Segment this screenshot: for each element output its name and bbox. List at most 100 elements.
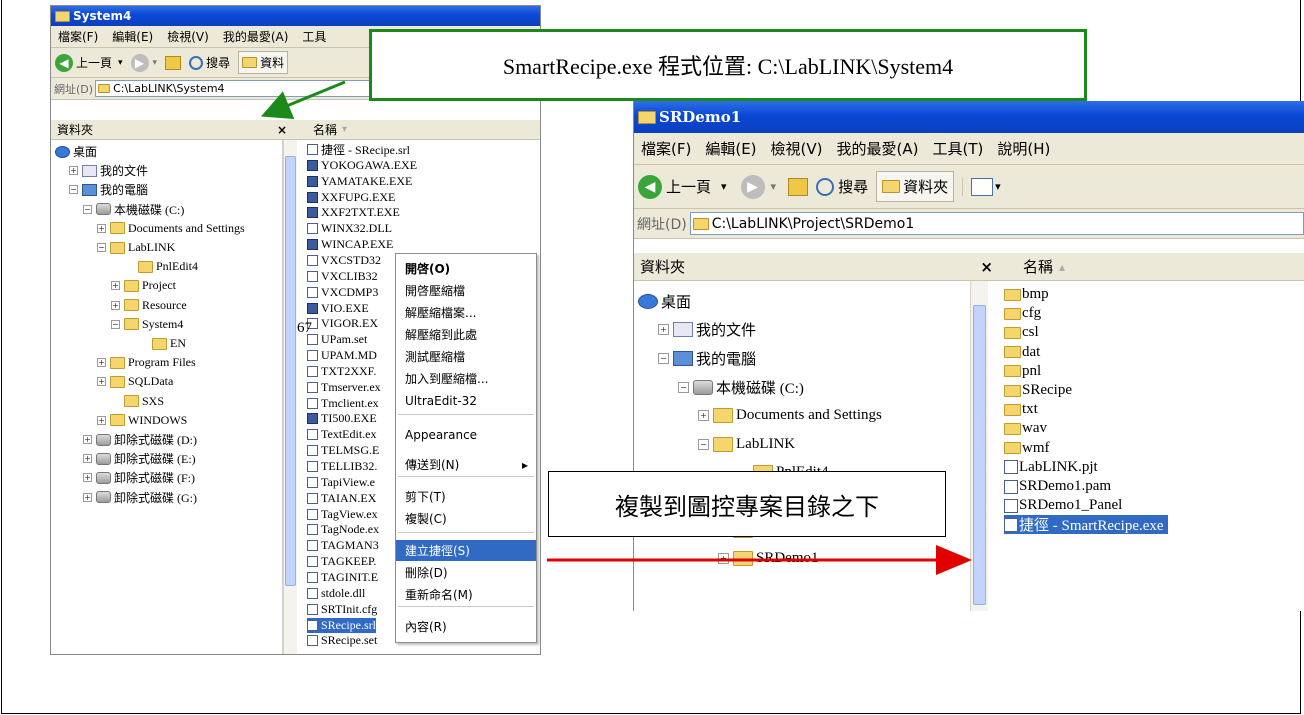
context-menu-item[interactable]: 解壓縮檔案... (396, 302, 536, 323)
menu-item[interactable]: 檢視(V) (160, 28, 216, 45)
collapse-icon[interactable]: − (97, 243, 106, 253)
forward-button[interactable]: ▶ ▾ (740, 174, 776, 199)
file-item[interactable]: YAMATAKE.EXE (307, 174, 412, 189)
file-item[interactable]: TapiView.e (307, 475, 375, 490)
collapse-icon[interactable]: − (111, 319, 120, 329)
close-icon[interactable]: × (980, 258, 993, 276)
file-item[interactable]: txt (1004, 400, 1038, 419)
up-folder-button[interactable] (788, 177, 809, 196)
scrollbar-thumb[interactable] (285, 156, 296, 586)
file-item[interactable]: Tmclient.ex (307, 396, 379, 411)
context-menu-item[interactable]: 建立捷徑(S) (396, 540, 536, 561)
search-button[interactable]: 搜尋 (189, 54, 230, 71)
file-item[interactable]: SRDemo1.pam (1004, 477, 1111, 496)
scrollbar-thumb[interactable] (973, 305, 986, 605)
file-item[interactable]: TELMSG.E (307, 443, 379, 458)
tree-item[interactable]: 桌面 (638, 287, 691, 316)
expand-icon[interactable]: + (97, 358, 106, 368)
tree-item[interactable]: + Project (111, 276, 176, 295)
expand-icon[interactable]: + (698, 410, 709, 422)
expand-icon[interactable]: + (718, 553, 729, 565)
context-menu-item[interactable]: 解壓縮到此處 (396, 324, 536, 345)
forward-button[interactable]: ▶ ▾ (130, 53, 157, 72)
file-item[interactable]: LabLINK.pjt (1004, 458, 1098, 477)
tree-item[interactable]: EN (139, 334, 186, 353)
file-item[interactable]: TagNode.ex (307, 522, 379, 537)
file-item[interactable]: VXCLIB32 (307, 269, 378, 284)
tree-item[interactable]: + WINDOWS (97, 411, 187, 430)
tree-item[interactable]: + Documents and Settings (97, 219, 245, 238)
collapse-icon[interactable]: − (83, 204, 92, 214)
tree-item[interactable]: + 卸除式磁碟 (G:) (83, 488, 197, 507)
tree-item[interactable]: − 本機磁碟 (C:) (83, 200, 184, 219)
right-tree-scrollbar[interactable] (970, 281, 988, 611)
menu-item[interactable]: 工具 (295, 28, 333, 45)
collapse-icon[interactable]: − (678, 381, 689, 393)
file-item[interactable]: VIO.EXE (307, 301, 369, 316)
context-menu-item[interactable]: 複製(C) (396, 508, 536, 529)
tree-item[interactable]: + SQLData (97, 372, 173, 391)
file-item[interactable]: SRDemo1_Panel (1004, 496, 1122, 515)
file-item[interactable]: TAGINIT.E (307, 570, 378, 585)
file-item[interactable]: VXCDMP3 (307, 285, 378, 300)
tree-item[interactable]: − 本機磁碟 (C:) (678, 373, 804, 402)
menu-item[interactable]: 說明(H) (990, 138, 1057, 159)
file-item[interactable]: dat (1004, 343, 1040, 362)
tree-item[interactable]: + 我的文件 (69, 161, 148, 180)
collapse-icon[interactable]: − (658, 352, 669, 364)
left-title-bar[interactable]: System4 (51, 6, 540, 26)
file-item[interactable]: UPam.set (307, 332, 367, 347)
expand-icon[interactable]: + (83, 473, 92, 483)
tree-item[interactable]: 桌面 (55, 142, 97, 161)
context-menu-item[interactable]: UltraEdit-32 (396, 390, 536, 411)
expand-icon[interactable]: + (97, 377, 106, 387)
context-menu-item[interactable]: 加入到壓縮檔... (396, 368, 536, 389)
tree-item[interactable]: + 卸除式磁碟 (F:) (83, 468, 195, 487)
menu-item[interactable]: 檔案(F) (634, 138, 698, 159)
file-item[interactable]: TXT2XXF. (307, 364, 376, 379)
file-item[interactable]: bmp (1004, 285, 1049, 304)
file-item[interactable]: TagView.ex (307, 507, 378, 522)
tree-item[interactable]: − LabLINK (698, 430, 795, 459)
tree-item[interactable]: + Documents and Settings (698, 401, 882, 430)
file-item[interactable]: cfg (1004, 304, 1041, 323)
tree-item[interactable]: + Resource (111, 296, 187, 315)
file-item[interactable]: stdole.dll (307, 586, 365, 601)
menu-item[interactable]: 檢視(V) (764, 138, 830, 159)
menu-item[interactable]: 工具(T) (925, 138, 990, 159)
menu-item[interactable]: 編輯(E) (105, 28, 160, 45)
file-item[interactable]: TAGMAN3 (307, 538, 379, 553)
tree-item[interactable]: + 卸除式磁碟 (D:) (83, 430, 197, 449)
file-item[interactable]: csl (1004, 323, 1039, 342)
left-tree-scrollbar[interactable] (283, 140, 297, 654)
tree-item[interactable]: − 我的電腦 (69, 180, 148, 199)
file-item[interactable]: XXF2TXT.EXE (307, 205, 400, 220)
folders-button[interactable]: 資料 (238, 51, 289, 74)
file-item[interactable]: TextEdit.ex (307, 427, 376, 442)
tree-item[interactable]: − System4 (111, 315, 183, 334)
context-menu-item[interactable]: 剪下(T) (396, 486, 536, 507)
back-button[interactable]: ◀ 上一頁 ▾ (55, 53, 123, 72)
file-item[interactable]: TAGKEEP. (307, 554, 376, 569)
file-item[interactable]: YOKOGAWA.EXE (307, 158, 417, 173)
collapse-icon[interactable]: − (69, 185, 78, 195)
tree-item[interactable]: SXS (111, 392, 164, 411)
file-item[interactable]: Tmserver.ex (307, 380, 381, 395)
file-item[interactable]: SRecipe (1004, 381, 1072, 400)
expand-icon[interactable]: + (83, 435, 92, 445)
menu-item[interactable]: 我的最愛(A) (830, 138, 926, 159)
file-item[interactable]: 捷徑 - SRecipe.srl (307, 142, 410, 157)
expand-icon[interactable]: + (83, 492, 92, 502)
search-button[interactable]: 搜尋 (816, 176, 868, 197)
tree-item[interactable]: − 我的電腦 (658, 344, 756, 373)
right-name-column-header[interactable]: 名稱 ▴ (999, 253, 1304, 281)
expand-icon[interactable]: + (111, 300, 120, 310)
tree-item[interactable]: + Program Files (97, 353, 196, 372)
file-item[interactable]: TAIAN.EX (307, 491, 376, 506)
close-icon[interactable]: × (277, 123, 287, 137)
expand-icon[interactable]: + (83, 454, 92, 464)
file-item[interactable]: pnl (1004, 362, 1041, 381)
tree-item[interactable]: + SRDemo1 (718, 544, 819, 573)
menu-item[interactable]: 我的最愛(A) (216, 28, 296, 45)
tree-item[interactable]: PnlEdit4 (125, 257, 198, 276)
